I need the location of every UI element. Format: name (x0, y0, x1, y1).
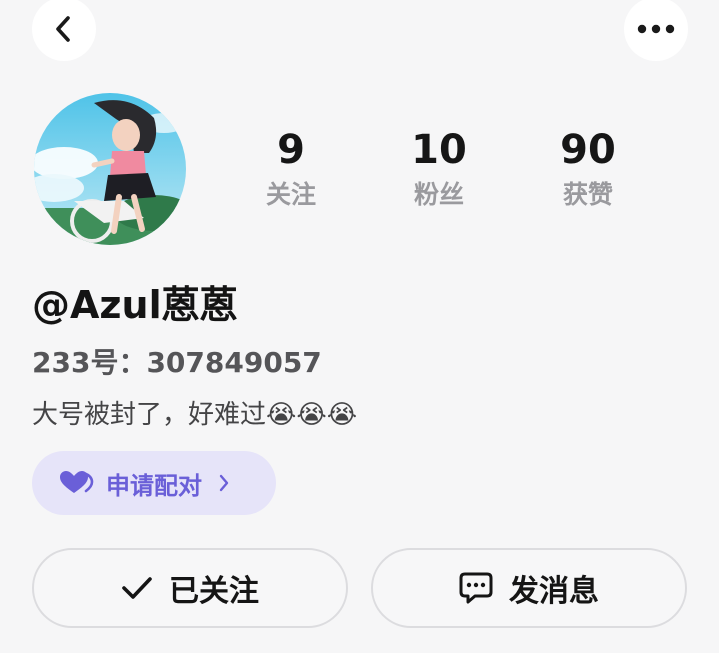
user-id: 233号：307849057 (32, 346, 322, 379)
fans-count: 10 (411, 127, 467, 173)
bio: 大号被封了，好难过😭😭😭 (32, 400, 358, 430)
chat-bubble-icon (459, 572, 493, 604)
likes-count: 90 (560, 127, 616, 173)
following-stat[interactable]: 9 关注 (236, 126, 346, 212)
username: @Azul蒽蒽 (32, 283, 238, 327)
apply-pair-label: 申请配对 (106, 471, 202, 500)
back-button[interactable] (32, 0, 96, 61)
following-label: 关注 (265, 180, 316, 209)
avatar[interactable] (34, 93, 186, 245)
check-icon (121, 576, 153, 600)
more-button[interactable] (624, 0, 688, 61)
fans-label: 粉丝 (413, 180, 464, 209)
chevron-right-icon (218, 474, 230, 492)
likes-label: 获赞 (562, 180, 613, 209)
more-horizontal-icon (637, 24, 675, 34)
heart-icon (60, 471, 94, 495)
fans-stat[interactable]: 10 粉丝 (384, 126, 494, 212)
likes-stat[interactable]: 90 获赞 (533, 126, 643, 212)
following-count: 9 (277, 127, 305, 173)
followed-button[interactable]: 已关注 (32, 548, 348, 628)
apply-pair-button[interactable]: 申请配对 (32, 451, 276, 515)
send-message-label: 发消息 (509, 574, 599, 609)
followed-label: 已关注 (169, 574, 259, 609)
chevron-left-icon (52, 15, 76, 43)
send-message-button[interactable]: 发消息 (371, 548, 687, 628)
